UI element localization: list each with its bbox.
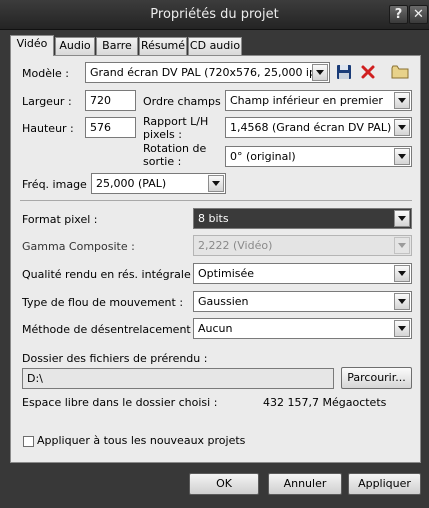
flou-value: Gaussien	[198, 295, 249, 308]
rotation-select[interactable]: 0° (original)	[225, 146, 412, 167]
qualite-label: Qualité rendu en rés. intégrale :	[22, 268, 198, 281]
freq-label: Fréq. image :	[22, 178, 95, 191]
modele-select[interactable]: Grand écran DV PAL (720x576, 25,000 ips)	[85, 62, 330, 83]
largeur-value: 720	[90, 94, 111, 107]
rotation-label: Rotation de sortie :	[143, 142, 207, 168]
format-pixel-label: Format pixel :	[22, 213, 98, 226]
tab-barre[interactable]: Barre	[96, 37, 138, 55]
window-title: Propriétés du projet	[150, 7, 279, 22]
largeur-label: Largeur :	[22, 95, 72, 108]
apply-all-label: Appliquer à tous les nouveaux projets	[37, 434, 246, 447]
close-icon: ✕	[413, 7, 424, 22]
save-icon[interactable]	[335, 63, 353, 81]
chevron-down-icon	[394, 119, 410, 136]
rotation-value: 0° (original)	[230, 150, 296, 163]
hauteur-input[interactable]: 576	[85, 117, 136, 138]
help-icon: ?	[394, 7, 403, 22]
gamma-select: 2,222 (Vidéo)	[193, 235, 412, 256]
freq-select[interactable]: 25,000 (PAL)	[91, 173, 226, 194]
gamma-label: Gamma Composite :	[22, 240, 135, 253]
freq-value: 25,000 (PAL)	[96, 177, 167, 190]
close-button[interactable]: ✕	[409, 5, 428, 24]
largeur-input[interactable]: 720	[85, 90, 136, 111]
flou-label: Type de flou de mouvement :	[22, 296, 184, 309]
tab-cd-audio[interactable]: CD audio	[188, 37, 242, 55]
desentrelacement-value: Aucun	[198, 322, 233, 335]
tab-audio[interactable]: Audio	[55, 37, 95, 55]
rapport-label: Rapport L/H pixels :	[143, 115, 209, 141]
separator	[20, 200, 412, 201]
apply-button[interactable]: Appliquer	[348, 473, 421, 495]
chevron-down-icon	[394, 148, 410, 165]
format-pixel-select[interactable]: 8 bits	[193, 208, 412, 229]
help-button[interactable]: ?	[389, 5, 408, 24]
title-bar: Propriétés du projet ? ✕	[0, 0, 429, 30]
flou-select[interactable]: Gaussien	[193, 291, 412, 312]
ordre-champs-select[interactable]: Champ inférieur en premier	[225, 90, 412, 111]
hauteur-label: Hauteur :	[22, 122, 74, 135]
project-properties-dialog: Propriétés du projet ? ✕ Vidéo Audio Bar…	[0, 0, 429, 508]
delete-icon[interactable]	[359, 63, 377, 81]
chevron-down-icon	[394, 320, 410, 337]
rapport-select[interactable]: 1,4568 (Grand écran DV PAL)	[225, 117, 412, 138]
chevron-down-icon	[394, 265, 410, 282]
chevron-down-icon	[394, 92, 410, 109]
desentrelacement-select[interactable]: Aucun	[193, 318, 412, 339]
cancel-button[interactable]: Annuler	[268, 473, 342, 495]
dossier-value: D:\	[27, 372, 43, 385]
chevron-down-icon	[394, 293, 410, 310]
qualite-value: Optimisée	[198, 267, 255, 280]
ordre-champs-value: Champ inférieur en premier	[230, 94, 383, 107]
chevron-down-icon	[208, 175, 224, 192]
gamma-value: 2,222 (Vidéo)	[198, 239, 273, 252]
modele-label: Modèle :	[22, 67, 69, 80]
format-pixel-value: 8 bits	[198, 212, 229, 225]
desentrelacement-label: Méthode de désentrelacement :	[22, 323, 198, 336]
folder-icon[interactable]	[391, 63, 409, 81]
espace-label: Espace libre dans le dossier choisi :	[22, 396, 218, 409]
chevron-down-icon	[394, 237, 410, 254]
ordre-champs-label: Ordre champs :	[143, 95, 228, 108]
dossier-label: Dossier des fichiers de prérendu :	[22, 352, 208, 365]
modele-value: Grand écran DV PAL (720x576, 25,000 ips)	[90, 66, 326, 79]
qualite-select[interactable]: Optimisée	[193, 263, 412, 284]
tab-resume[interactable]: Résumé	[139, 37, 187, 55]
ok-button[interactable]: OK	[189, 473, 259, 495]
browse-button[interactable]: Parcourir...	[341, 367, 412, 389]
hauteur-value: 576	[90, 121, 111, 134]
espace-value: 432 157,7 Mégaoctets	[263, 396, 387, 409]
chevron-down-icon	[394, 210, 410, 227]
rapport-value: 1,4568 (Grand écran DV PAL)	[230, 121, 392, 134]
apply-all-checkbox[interactable]	[23, 436, 34, 447]
tab-video[interactable]: Vidéo	[10, 35, 54, 56]
dossier-path-field[interactable]: D:\	[22, 368, 334, 389]
chevron-down-icon	[312, 64, 328, 81]
